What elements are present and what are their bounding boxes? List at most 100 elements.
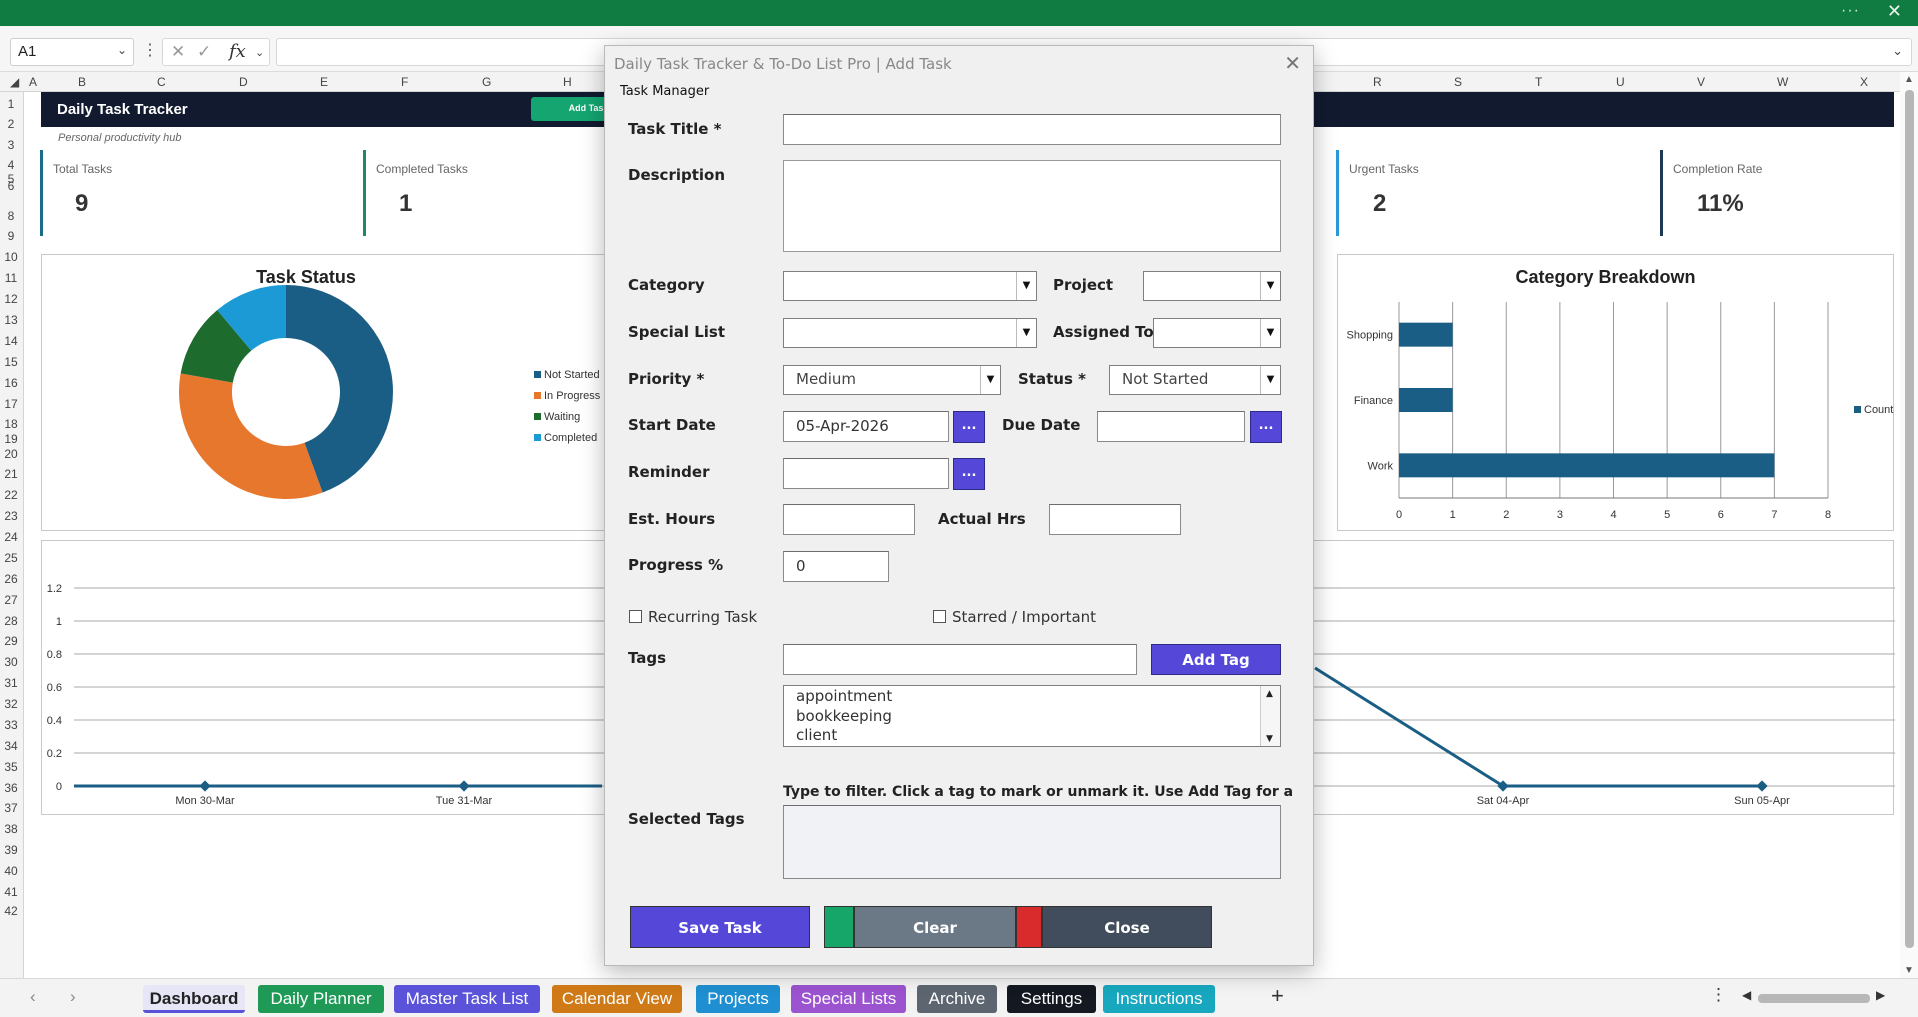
row-header[interactable]: 19	[0, 432, 22, 446]
scroll-thumb[interactable]	[1905, 90, 1914, 948]
row-header[interactable]: 34	[0, 739, 22, 753]
column-header[interactable]: D	[239, 75, 248, 89]
tab-instructions[interactable]: Instructions	[1103, 985, 1215, 1013]
row-header[interactable]: 32	[0, 697, 22, 711]
prev-sheet-icon[interactable]: ‹	[30, 987, 36, 1007]
assigned-to-select[interactable]: ▼	[1153, 318, 1281, 348]
chevron-down-icon[interactable]: ⌄	[117, 43, 127, 57]
select-all-corner[interactable]: ◢	[10, 75, 19, 89]
scroll-down-icon[interactable]: ▼	[1266, 734, 1273, 744]
row-header[interactable]: 36	[0, 781, 22, 795]
column-header[interactable]: W	[1777, 75, 1788, 89]
row-header[interactable]: 10	[0, 250, 22, 264]
column-header[interactable]: E	[320, 75, 328, 89]
due-date-input[interactable]	[1097, 411, 1245, 442]
cancel-icon[interactable]: ✕	[171, 42, 185, 62]
add-tag-button[interactable]: Add Tag	[1151, 644, 1281, 675]
tag-list-item[interactable]: bookkeeping	[796, 707, 892, 725]
column-header[interactable]: A	[29, 75, 37, 89]
row-header[interactable]: 12	[0, 292, 22, 306]
scroll-up-icon[interactable]: ▲	[1266, 689, 1273, 699]
recurring-task-checkbox[interactable]: Recurring Task	[629, 608, 757, 626]
special-list-select[interactable]: ▼	[783, 318, 1037, 348]
row-header[interactable]: 39	[0, 843, 22, 857]
row-header[interactable]: 15	[0, 355, 22, 369]
status-select[interactable]: Not Started ▼	[1109, 365, 1281, 395]
name-box[interactable]: A1 ⌄	[10, 38, 134, 66]
reminder-picker-button[interactable]: ...	[953, 458, 985, 490]
column-header[interactable]: G	[482, 75, 491, 89]
tab-dashboard[interactable]: Dashboard	[143, 985, 245, 1013]
start-date-input[interactable]: 05-Apr-2026	[783, 411, 949, 442]
due-date-picker-button[interactable]: ...	[1250, 411, 1282, 443]
tab-menu-icon[interactable]: ⋮	[1710, 985, 1727, 1005]
column-header[interactable]: H	[563, 75, 572, 89]
clear-button[interactable]: Clear	[854, 906, 1016, 948]
tag-list-scrollbar[interactable]: ▲ ▼	[1260, 686, 1280, 746]
row-header[interactable]: 31	[0, 676, 22, 690]
task-title-input[interactable]	[783, 114, 1281, 145]
row-header[interactable]: 1	[0, 97, 22, 111]
tab-archive[interactable]: Archive	[917, 985, 997, 1013]
row-header[interactable]: 22	[0, 488, 22, 502]
row-header[interactable]: 17	[0, 397, 22, 411]
row-header[interactable]: 20	[0, 447, 22, 461]
scroll-up-icon[interactable]: ▲	[1904, 74, 1914, 85]
chevron-down-icon[interactable]: ▼	[1260, 366, 1280, 394]
column-header[interactable]: S	[1454, 75, 1462, 89]
expand-formula-icon[interactable]: ⌄	[1892, 43, 1903, 59]
priority-select[interactable]: Medium ▼	[783, 365, 1001, 395]
row-header[interactable]: 16	[0, 376, 22, 390]
row-header[interactable]: 41	[0, 885, 22, 899]
row-header[interactable]: 37	[0, 801, 22, 815]
row-header[interactable]: 38	[0, 822, 22, 836]
row-header[interactable]: 40	[0, 864, 22, 878]
row-header[interactable]: 27	[0, 593, 22, 607]
chevron-down-icon[interactable]: ▼	[1260, 272, 1280, 300]
project-select[interactable]: ▼	[1143, 271, 1281, 301]
description-input[interactable]	[783, 160, 1281, 252]
row-header[interactable]: 13	[0, 313, 22, 327]
more-options-icon[interactable]: ···	[1841, 2, 1860, 20]
row-header[interactable]: 29	[0, 634, 22, 648]
chevron-down-icon[interactable]: ▼	[1016, 272, 1036, 300]
close-button[interactable]: Close	[1042, 906, 1212, 948]
tab-calendar-view[interactable]: Calendar View	[552, 985, 682, 1013]
tag-input[interactable]	[783, 644, 1137, 675]
tag-list-item[interactable]: client	[796, 726, 837, 744]
fx-chevron-icon[interactable]: ⌄	[255, 46, 264, 59]
actual-hrs-input[interactable]	[1049, 504, 1181, 535]
tab-daily-planner[interactable]: Daily Planner	[258, 985, 384, 1013]
est-hours-input[interactable]	[783, 504, 915, 535]
row-header[interactable]: 28	[0, 614, 22, 628]
insert-function-icon[interactable]: fx	[229, 41, 246, 62]
row-header[interactable]: 9	[0, 229, 22, 243]
next-sheet-icon[interactable]: ›	[70, 987, 76, 1007]
row-header[interactable]: 14	[0, 334, 22, 348]
category-select[interactable]: ▼	[783, 271, 1037, 301]
horizontal-scroll-thumb[interactable]	[1758, 994, 1870, 1003]
column-header[interactable]: T	[1535, 75, 1542, 89]
row-header[interactable]: 25	[0, 551, 22, 565]
row-header[interactable]: 21	[0, 467, 22, 481]
tab-master-task-list[interactable]: Master Task List	[394, 985, 540, 1013]
tab-projects[interactable]: Projects	[696, 985, 780, 1013]
row-header[interactable]: 8	[0, 209, 22, 223]
row-header[interactable]: 23	[0, 509, 22, 523]
row-header[interactable]: 6	[0, 179, 22, 193]
row-header[interactable]: 42	[0, 904, 22, 918]
start-date-picker-button[interactable]: ...	[953, 411, 985, 443]
scroll-right-icon[interactable]: ▶	[1876, 988, 1885, 1002]
column-header[interactable]: B	[78, 75, 86, 89]
reminder-input[interactable]	[783, 458, 949, 489]
row-header[interactable]: 4	[0, 158, 22, 172]
enter-icon[interactable]: ✓	[197, 42, 211, 62]
row-header[interactable]: 3	[0, 138, 22, 152]
column-header[interactable]: X	[1860, 75, 1868, 89]
row-header[interactable]: 2	[0, 117, 22, 131]
row-header[interactable]: 33	[0, 718, 22, 732]
vertical-scrollbar[interactable]: ▲ ▼	[1900, 72, 1918, 978]
column-header[interactable]: C	[157, 75, 166, 89]
close-icon[interactable]: ✕	[1284, 51, 1301, 75]
row-header[interactable]: 18	[0, 417, 22, 431]
